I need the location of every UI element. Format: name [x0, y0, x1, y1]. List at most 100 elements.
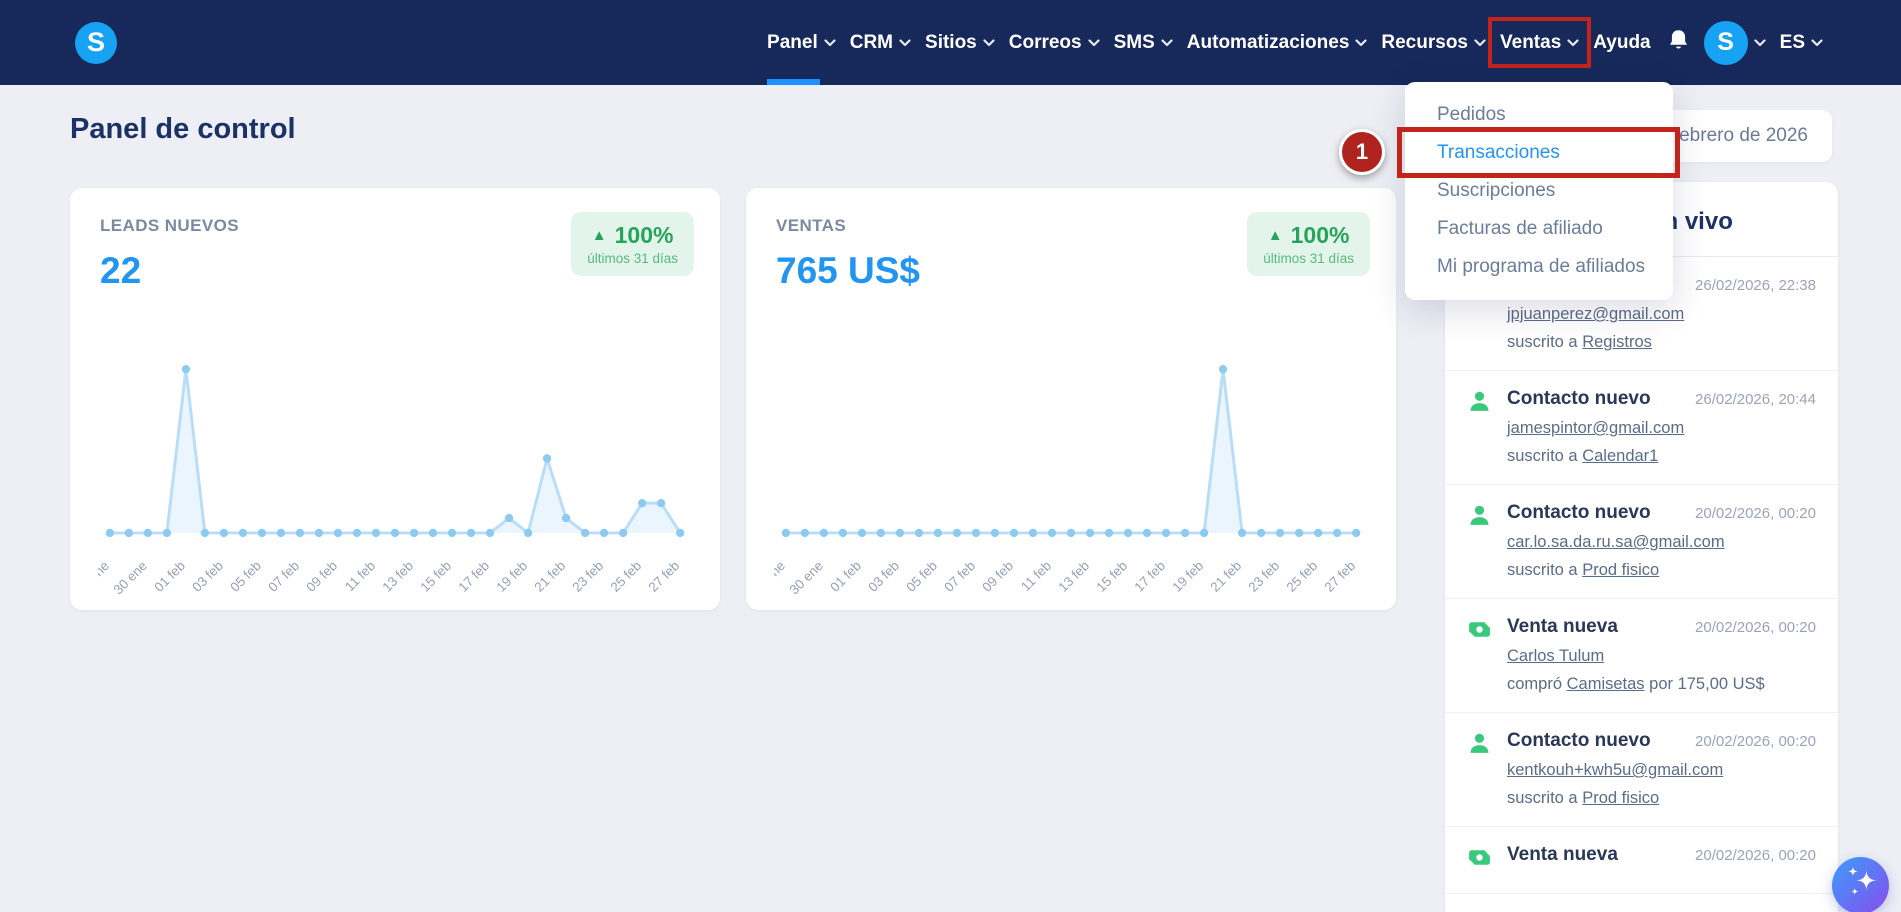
trend-up-icon: ▲ [591, 227, 607, 244]
language-label: ES [1779, 31, 1805, 53]
svg-text:13 feb: 13 feb [1055, 558, 1092, 595]
svg-text:01 feb: 01 feb [827, 558, 864, 595]
trend-percent: 100% [614, 222, 674, 248]
feed-entry-timestamp: 26/02/2026, 22:38 [1695, 277, 1816, 294]
nav-item-ventas[interactable]: Ventas [1488, 0, 1592, 85]
active-tab-underline [767, 79, 820, 85]
feed-entry-timestamp: 20/02/2026, 00:20 [1695, 619, 1816, 636]
feed-entry-title: Contacto nuevo [1507, 502, 1651, 523]
ventas-dropdown-menu: Pedidos Transacciones Suscripciones Factura… [1405, 82, 1673, 300]
stat-cards-row: LEADS NUEVOS22▲100%últimos 31 días28 ene… [70, 188, 1396, 610]
language-selector[interactable]: ES [1780, 32, 1823, 54]
nav-item-recursos[interactable]: Recursos [1381, 0, 1486, 85]
feed-entry-subject-link[interactable]: car.lo.sa.da.ru.sa@gmail.com [1507, 533, 1725, 551]
new-contact-icon [1467, 730, 1493, 808]
ventas-chart: 28 ene30 ene01 feb03 feb05 feb07 feb09 f… [749, 304, 1368, 604]
svg-text:17 feb: 17 feb [455, 558, 492, 595]
chevron-down-icon [1811, 38, 1823, 47]
user-menu[interactable]: S [1703, 20, 1766, 65]
menu-item-transacciones[interactable]: Transacciones [1405, 134, 1673, 172]
feed-entry-text: suscrito a [1507, 789, 1583, 807]
svg-text:27 feb: 27 feb [646, 558, 683, 595]
svg-text:25 feb: 25 feb [608, 558, 645, 595]
feed-entry-timestamp: 20/02/2026, 00:20 [1695, 505, 1816, 522]
svg-text:19 feb: 19 feb [1169, 558, 1206, 595]
feed-entry-contact: Contacto nuevo 20/02/2026, 00:20 car.lo.sa… [1445, 485, 1838, 599]
feed-entry-subject-link[interactable]: Carlos Tulum [1507, 647, 1604, 665]
chevron-down-icon [1161, 38, 1173, 47]
svg-text:23 feb: 23 feb [569, 558, 606, 595]
new-contact-icon [1467, 388, 1493, 466]
feed-entry-subject-link[interactable]: jamespintor@gmail.com [1507, 419, 1684, 437]
svg-text:07 feb: 07 feb [265, 558, 302, 595]
svg-text:28 ene: 28 ene [98, 558, 112, 597]
svg-text:28 ene: 28 ene [774, 558, 788, 597]
svg-text:17 feb: 17 feb [1131, 558, 1168, 595]
chevron-down-icon [1474, 38, 1486, 47]
svg-text:01 feb: 01 feb [151, 558, 188, 595]
feed-entry-sale: Venta nueva 20/02/2026, 00:20 Carlos Tulum… [1445, 599, 1838, 713]
chevron-down-icon [824, 38, 836, 47]
svg-text:11 feb: 11 feb [342, 558, 378, 594]
menu-item-mi-programa-de-afiliados[interactable]: Mi programa de afiliados [1405, 248, 1673, 286]
nav-item-sms[interactable]: SMS [1114, 0, 1173, 85]
feed-entry-object-link[interactable]: Calendar1 [1582, 447, 1658, 465]
svg-text:09 feb: 09 feb [979, 558, 1016, 595]
bell-icon [1667, 28, 1690, 58]
svg-text:05 feb: 05 feb [903, 558, 940, 595]
feed-entry-timestamp: 26/02/2026, 20:44 [1695, 391, 1816, 408]
feed-entry-timestamp: 20/02/2026, 00:20 [1695, 733, 1816, 750]
notifications-button[interactable] [1667, 28, 1690, 58]
nav-item-automatizaciones[interactable]: Automatizaciones [1187, 0, 1368, 85]
menu-item-facturas-de-afiliado[interactable]: Facturas de afiliado [1405, 210, 1673, 248]
ai-assistant-fab[interactable] [1832, 857, 1889, 912]
nav-item-panel[interactable]: Panel [767, 0, 836, 85]
nav-item-label: Correos [1008, 31, 1082, 53]
nav-item-label: Automatizaciones [1186, 31, 1350, 53]
feed-entry-object-link[interactable]: Camisetas [1567, 675, 1645, 693]
feed-entry-text: por 175,00 US$ [1644, 675, 1765, 693]
chevron-down-icon [899, 38, 911, 47]
feed-entry-text: suscrito a [1507, 447, 1583, 465]
nav-item-sitios[interactable]: Sitios [925, 0, 995, 85]
trend-badge: ▲ 100% últimos 31 días [571, 212, 694, 276]
trend-caption: últimos 31 días [1263, 251, 1354, 266]
trend-percent: 100% [1290, 222, 1350, 248]
svg-text:23 feb: 23 feb [1245, 558, 1282, 595]
svg-text:03 feb: 03 feb [189, 558, 226, 595]
chevron-down-icon [1567, 38, 1579, 47]
menu-item-pedidos[interactable]: Pedidos [1405, 96, 1673, 134]
svg-text:19 feb: 19 feb [493, 558, 530, 595]
svg-text:27 feb: 27 feb [1322, 558, 1359, 595]
feed-entry-object-link[interactable]: Registros [1582, 333, 1652, 351]
new-contact-icon [1467, 502, 1493, 580]
feed-entry-subject-link[interactable]: jpjuanperez@gmail.com [1507, 305, 1684, 323]
svg-text:07 feb: 07 feb [941, 558, 978, 595]
svg-text:30 ene: 30 ene [787, 558, 826, 597]
nav-item-label: Ayuda [1593, 31, 1651, 53]
app-logo[interactable]: S [75, 21, 117, 64]
nav-item-label: Panel [767, 31, 818, 53]
feed-entry-subject-link[interactable]: kentkouh+kwh5u@gmail.com [1507, 761, 1723, 779]
nav-item-correos[interactable]: Correos [1009, 0, 1100, 85]
top-navigation-bar: S Panel CRM Sitios Correos SMS Automatizacion… [0, 0, 1901, 85]
feed-entry-contact: Contacto nuevo 26/02/2026, 20:44 jamespint… [1445, 371, 1838, 485]
trend-caption: últimos 31 días [587, 251, 678, 266]
nav-item-ayuda[interactable]: Ayuda [1593, 0, 1650, 85]
feed-entry-text: suscrito a [1507, 561, 1583, 579]
main-nav: Panel CRM Sitios Correos SMS Automatizaciones… [767, 0, 1651, 85]
leads-nuevos-chart: 28 ene30 ene01 feb03 feb05 feb07 feb09 f… [73, 304, 692, 604]
menu-item-suscripciones[interactable]: Suscripciones [1405, 172, 1673, 210]
svg-text:03 feb: 03 feb [865, 558, 902, 595]
nav-item-crm[interactable]: CRM [850, 0, 911, 85]
feed-entry-object-link[interactable]: Prod fisico [1582, 789, 1659, 807]
stat-card-ventas: VENTAS765 US$▲100%últimos 31 días28 ene3… [746, 188, 1396, 610]
feed-entry-object-link[interactable]: Prod fisico [1582, 561, 1659, 579]
svg-text:15 feb: 15 feb [1093, 558, 1130, 595]
sale-icon [1467, 844, 1493, 875]
svg-text:30 ene: 30 ene [111, 558, 150, 597]
svg-text:21 feb: 21 feb [531, 558, 568, 595]
svg-text:09 feb: 09 feb [303, 558, 340, 595]
feed-entry-title: Contacto nuevo [1507, 730, 1651, 751]
svg-text:11 feb: 11 feb [1018, 558, 1054, 594]
